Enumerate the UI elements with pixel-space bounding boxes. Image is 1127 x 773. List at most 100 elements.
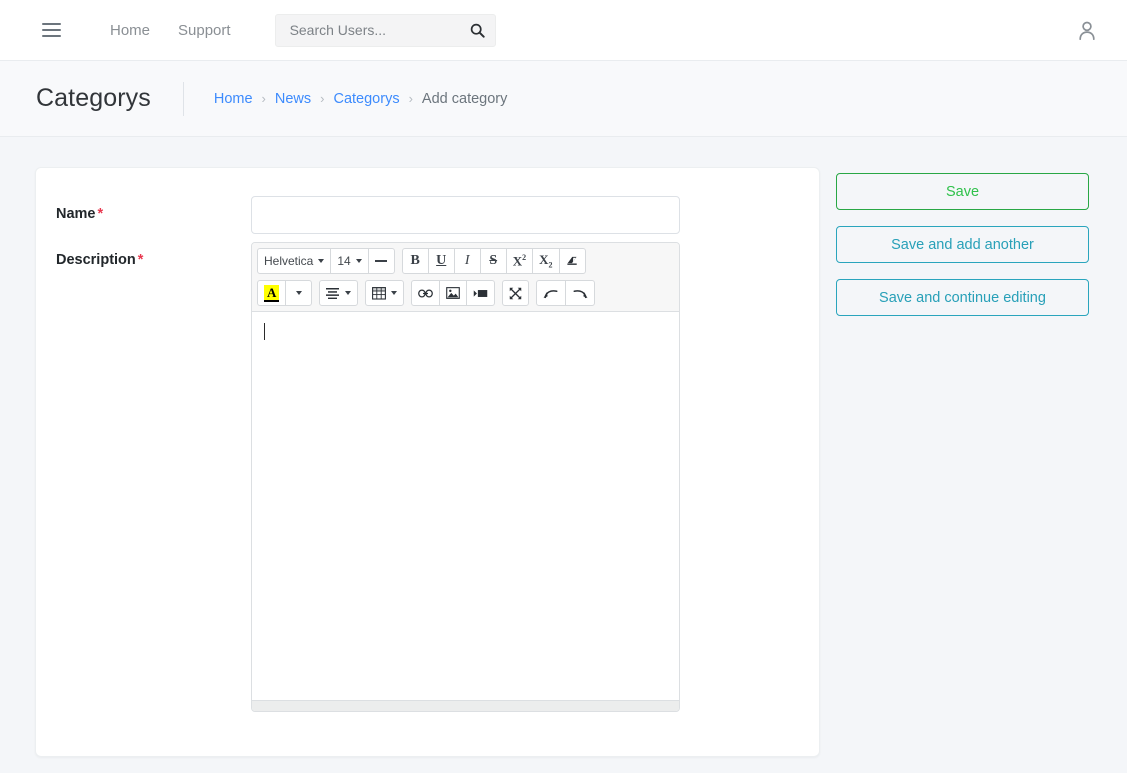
link-button[interactable] bbox=[411, 280, 441, 306]
editor-history-group bbox=[536, 280, 596, 306]
editor-resize-handle[interactable] bbox=[252, 700, 679, 711]
fullscreen-icon bbox=[510, 287, 522, 299]
name-field-label: Name * bbox=[56, 196, 251, 222]
rich-text-editor: Helvetica 14 B U I S X2 X2 A bbox=[251, 242, 680, 712]
save-button[interactable]: Save bbox=[836, 173, 1089, 210]
editor-toolbar-row-2: A bbox=[257, 280, 675, 306]
form-row-description: Description * Helvetica 14 B U I S X2 X2… bbox=[56, 242, 789, 712]
eraser-icon bbox=[567, 256, 577, 265]
editor-table-group bbox=[365, 280, 405, 306]
form-row-name: Name * bbox=[56, 196, 789, 234]
editor-content-area[interactable] bbox=[252, 312, 679, 700]
underline-button[interactable]: U bbox=[427, 248, 455, 274]
hamburger-bar bbox=[41, 23, 61, 25]
breadcrumb-item-current: Add category bbox=[421, 90, 508, 107]
name-input[interactable] bbox=[251, 196, 680, 234]
name-required-asterisk: * bbox=[97, 206, 104, 222]
minus-icon bbox=[375, 260, 388, 262]
search-button[interactable] bbox=[470, 23, 485, 38]
strikethrough-icon: S bbox=[489, 253, 498, 268]
undo-button[interactable] bbox=[536, 280, 567, 306]
description-label-text: Description bbox=[56, 252, 136, 268]
editor-font-style-group: B U I S X2 X2 bbox=[401, 248, 586, 274]
page-content: Name * Description * Helvetica 14 B U I … bbox=[0, 137, 1127, 757]
editor-insert-group bbox=[411, 280, 496, 306]
breadcrumb-separator: › bbox=[261, 91, 266, 106]
navbar-left-group: Home Support bbox=[36, 13, 496, 47]
table-button[interactable] bbox=[365, 280, 405, 306]
editor-toolbar: Helvetica 14 B U I S X2 X2 A bbox=[252, 243, 679, 312]
breadcrumb-separator: › bbox=[408, 91, 413, 106]
italic-icon: I bbox=[464, 253, 470, 268]
hamburger-bar bbox=[41, 29, 61, 31]
strikethrough-button[interactable]: S bbox=[479, 248, 507, 274]
font-family-label: Helvetica bbox=[264, 254, 314, 268]
header-divider bbox=[182, 81, 184, 116]
user-icon bbox=[1079, 21, 1095, 40]
chevron-down-icon bbox=[345, 291, 352, 295]
breadcrumb-separator: › bbox=[320, 91, 325, 106]
hamburger-bar bbox=[41, 35, 61, 37]
chevron-down-icon bbox=[295, 291, 302, 295]
bold-icon: B bbox=[410, 253, 420, 268]
font-family-dropdown[interactable]: Helvetica bbox=[257, 248, 332, 274]
link-icon bbox=[418, 288, 434, 298]
breadcrumb: Home › News › Categorys › Add category bbox=[214, 91, 508, 107]
navbar-right-group bbox=[1069, 16, 1105, 45]
search-box[interactable] bbox=[274, 13, 496, 47]
description-field-label: Description * bbox=[56, 242, 251, 268]
save-and-continue-editing-button[interactable]: Save and continue editing bbox=[836, 279, 1089, 316]
text-color-button[interactable]: A bbox=[257, 280, 287, 306]
fullscreen-button[interactable] bbox=[502, 280, 530, 306]
page-header: Categorys Home › News › Categorys › Add … bbox=[0, 61, 1127, 137]
editor-view-group bbox=[502, 280, 530, 306]
chevron-down-icon bbox=[318, 259, 325, 263]
font-color-icon: A bbox=[264, 284, 280, 302]
video-button[interactable] bbox=[466, 280, 496, 306]
subscript-icon: X2 bbox=[539, 252, 553, 270]
search-icon bbox=[470, 23, 485, 38]
hamburger-menu-icon[interactable] bbox=[36, 15, 66, 45]
nav-link-support[interactable]: Support bbox=[164, 16, 245, 45]
superscript-button[interactable]: X2 bbox=[505, 248, 534, 274]
table-icon bbox=[372, 286, 387, 300]
breadcrumb-item-news[interactable]: News bbox=[275, 91, 311, 107]
description-required-asterisk: * bbox=[137, 252, 144, 268]
name-field-wrap bbox=[251, 196, 789, 234]
unordered-list-icon bbox=[326, 288, 340, 299]
chevron-down-icon bbox=[355, 259, 362, 263]
breadcrumb-item-categorys[interactable]: Categorys bbox=[333, 91, 399, 107]
text-color-dropdown[interactable] bbox=[285, 280, 313, 306]
clear-formatting-button[interactable] bbox=[558, 248, 586, 274]
search-input[interactable] bbox=[287, 14, 470, 46]
form-card: Name * Description * Helvetica 14 B U I … bbox=[35, 167, 820, 757]
remove-format-button[interactable] bbox=[367, 248, 395, 274]
editor-toolbar-row-1: Helvetica 14 B U I S X2 X2 bbox=[257, 248, 675, 274]
editor-paragraph-group bbox=[319, 280, 359, 306]
picture-button[interactable] bbox=[439, 280, 468, 306]
editor-color-group: A bbox=[257, 280, 313, 306]
description-field-wrap: Helvetica 14 B U I S X2 X2 A bbox=[251, 242, 789, 712]
image-icon bbox=[446, 287, 461, 299]
editor-style-group: Helvetica 14 bbox=[257, 248, 395, 274]
page-title: Categorys bbox=[36, 84, 151, 112]
top-navbar: Home Support bbox=[0, 0, 1127, 61]
bold-button[interactable]: B bbox=[401, 248, 429, 274]
chevron-down-icon bbox=[391, 291, 398, 295]
paragraph-align-button[interactable] bbox=[319, 280, 359, 306]
undo-icon bbox=[543, 289, 558, 298]
subscript-button[interactable]: X2 bbox=[532, 248, 560, 274]
nav-link-home[interactable]: Home bbox=[96, 16, 164, 45]
text-cursor bbox=[264, 323, 265, 340]
redo-button[interactable] bbox=[565, 280, 596, 306]
font-size-label: 14 bbox=[337, 254, 351, 268]
breadcrumb-item-home[interactable]: Home bbox=[214, 91, 253, 107]
superscript-icon: X2 bbox=[512, 252, 527, 269]
redo-icon bbox=[573, 289, 588, 298]
video-icon bbox=[474, 289, 488, 297]
underline-icon: U bbox=[436, 253, 447, 268]
account-menu-button[interactable] bbox=[1069, 16, 1105, 45]
font-size-dropdown[interactable]: 14 bbox=[330, 248, 369, 274]
save-and-add-another-button[interactable]: Save and add another bbox=[836, 226, 1089, 263]
italic-button[interactable]: I bbox=[453, 248, 481, 274]
